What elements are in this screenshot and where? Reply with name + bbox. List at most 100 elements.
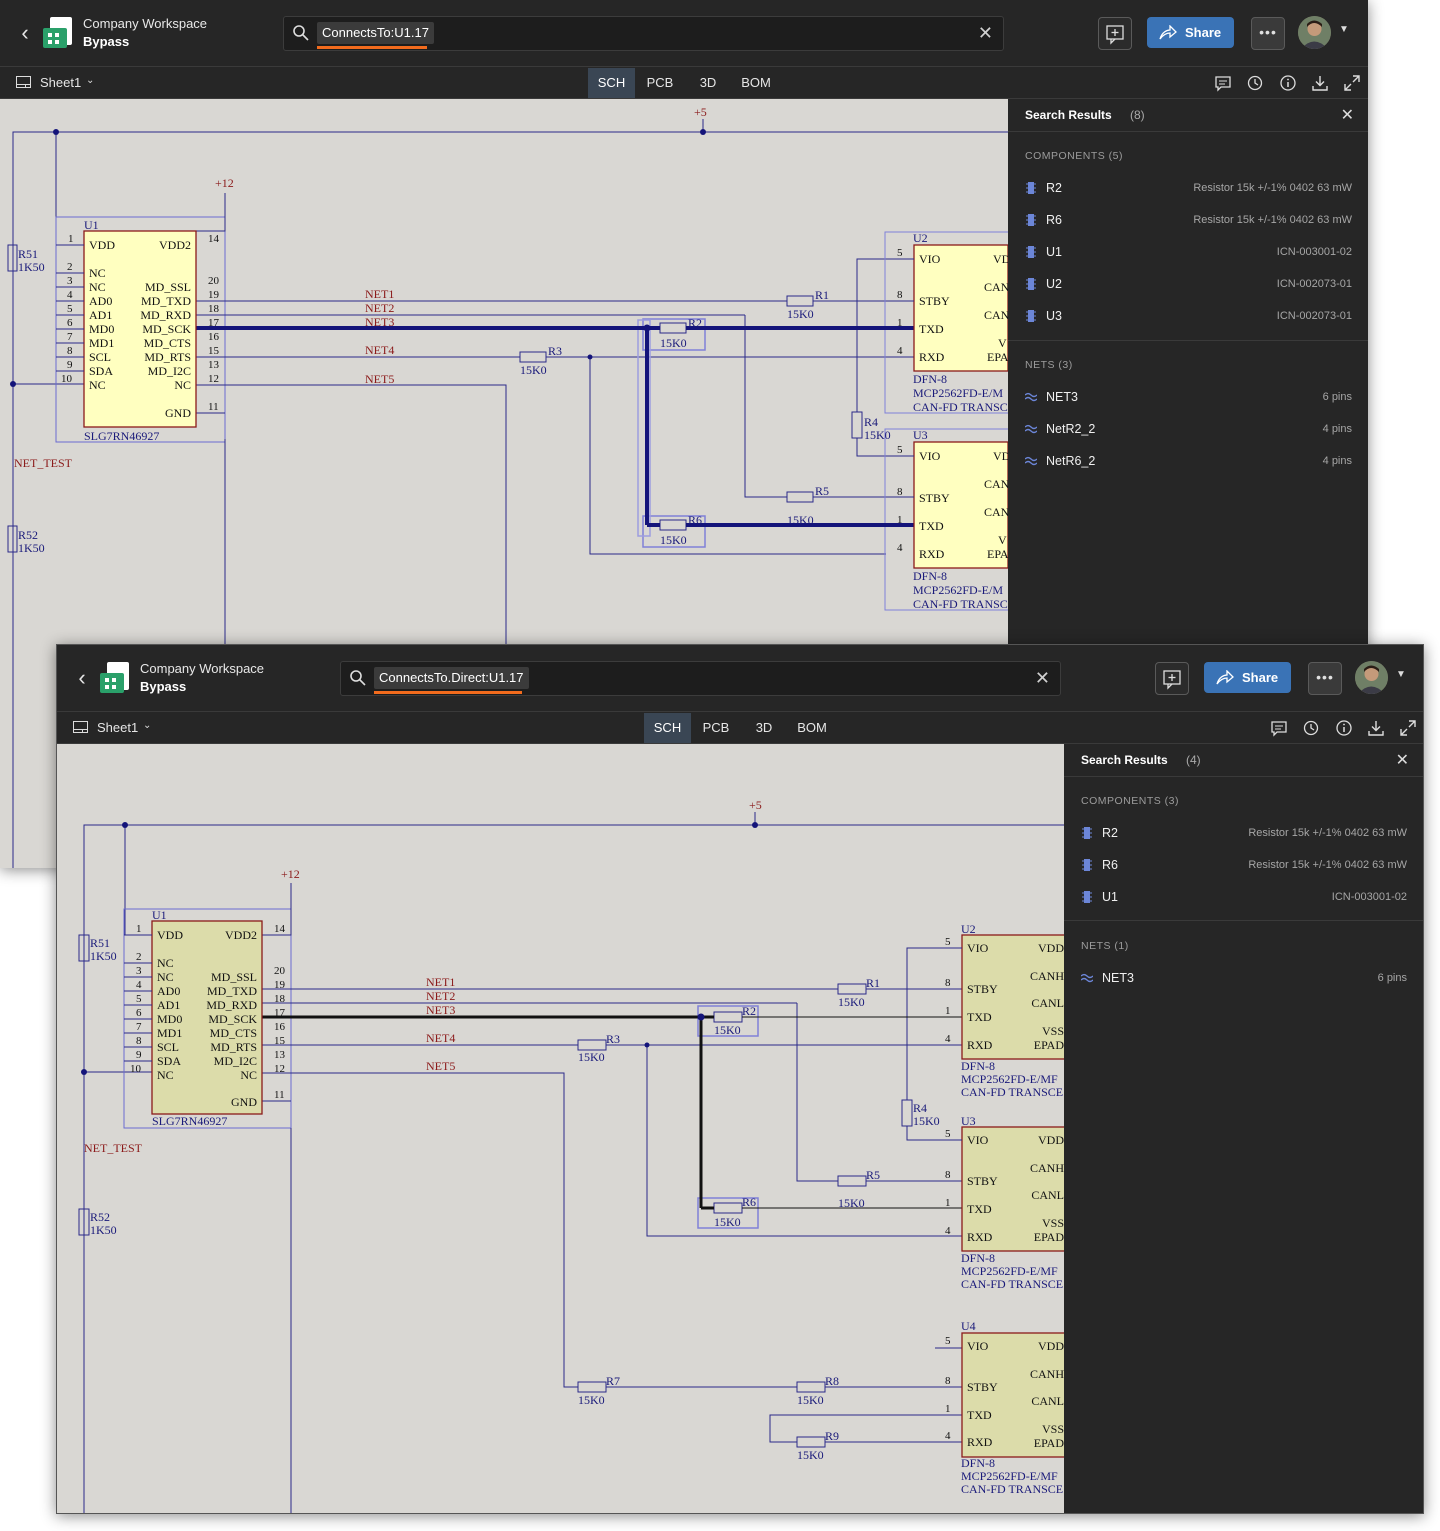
share-button[interactable]: Share bbox=[1204, 662, 1291, 693]
search-query[interactable]: ConnectsTo:U1.17 bbox=[317, 22, 434, 44]
tab-pcb[interactable]: PCB bbox=[694, 713, 738, 743]
fullscreen-icon[interactable] bbox=[1343, 74, 1361, 92]
add-comment-button[interactable] bbox=[1155, 662, 1189, 695]
project-name[interactable]: Bypass bbox=[83, 34, 129, 49]
fullscreen-icon[interactable] bbox=[1399, 719, 1417, 737]
result-net-netr6-2[interactable]: NetR6_2 4 pins bbox=[1008, 445, 1368, 477]
u2-pin-name: TXD bbox=[967, 1010, 992, 1024]
tab-bom[interactable]: BOM bbox=[732, 68, 780, 98]
u3-pin-name: RXD bbox=[967, 1230, 993, 1244]
u1-pin-num: 12 bbox=[208, 373, 219, 385]
user-avatar[interactable] bbox=[1355, 661, 1388, 694]
close-panel-icon[interactable]: ✕ bbox=[1396, 750, 1409, 770]
user-menu-caret-icon[interactable]: ▼ bbox=[1339, 24, 1349, 35]
result-component-r2[interactable]: R2 Resistor 15k +/-1% 0402 63 mW bbox=[1064, 817, 1423, 849]
u3-pin-name: EPA bbox=[987, 547, 1008, 561]
u4-pin-num: 8 bbox=[945, 1375, 951, 1387]
nets-section-header: NETS (1) bbox=[1081, 940, 1129, 952]
panel-header: Search Results (4) ✕ bbox=[1064, 744, 1423, 777]
project-logo-icon bbox=[43, 17, 72, 48]
more-options-button[interactable]: ••• bbox=[1251, 17, 1285, 50]
tab-sch[interactable]: SCH bbox=[588, 68, 635, 98]
result-net-net3[interactable]: NET3 6 pins bbox=[1008, 381, 1368, 413]
u1-pin-num: 1 bbox=[68, 233, 74, 245]
search-field[interactable]: ConnectsTo.Direct:U1.17 ✕ bbox=[340, 661, 1061, 696]
download-icon[interactable] bbox=[1367, 719, 1385, 737]
r51-ref: R51 bbox=[18, 247, 38, 261]
u1-pin-name: MD_I2C bbox=[148, 364, 191, 378]
u2-desc: CAN-FD TRANSC bbox=[913, 400, 1008, 414]
result-net-netr2-2[interactable]: NetR2_2 4 pins bbox=[1008, 413, 1368, 445]
result-desc: Resistor 15k +/-1% 0402 63 mW bbox=[1193, 182, 1352, 194]
u2-pin-name: VIO bbox=[919, 252, 941, 266]
u3-desc: CAN-FD TRANSCE bbox=[961, 1277, 1063, 1291]
tab-bom[interactable]: BOM bbox=[788, 713, 836, 743]
power-12v-label: +12 bbox=[281, 867, 300, 881]
result-net-net3[interactable]: NET3 6 pins bbox=[1064, 962, 1423, 994]
r8-val: 15K0 bbox=[797, 1393, 824, 1407]
history-icon[interactable] bbox=[1246, 74, 1264, 92]
u4-pin-name: CANH bbox=[1030, 1367, 1064, 1381]
result-component-u2[interactable]: U2 ICN-002073-01 bbox=[1008, 268, 1368, 300]
net-icon bbox=[1025, 392, 1037, 402]
u1-pin-name: NC bbox=[89, 378, 106, 392]
result-desc: ICN-002073-01 bbox=[1276, 278, 1352, 290]
project-name[interactable]: Bypass bbox=[140, 679, 186, 694]
u1-pin-num: 20 bbox=[274, 965, 286, 977]
clear-search-icon[interactable]: ✕ bbox=[978, 22, 993, 44]
comments-icon[interactable] bbox=[1214, 74, 1232, 92]
back-arrow-icon[interactable]: ‹ bbox=[14, 20, 36, 46]
power-5v-label: +5 bbox=[694, 105, 707, 119]
schematic-canvas[interactable]: U1 SLG7RN46927 R51 1K50 R52 1K50 R1 15K0… bbox=[57, 744, 1064, 1513]
download-icon[interactable] bbox=[1311, 74, 1329, 92]
tab-3d[interactable]: 3D bbox=[746, 713, 782, 743]
result-component-r2[interactable]: R2 Resistor 15k +/-1% 0402 63 mW bbox=[1008, 172, 1368, 204]
add-comment-button[interactable] bbox=[1098, 17, 1132, 50]
comment-plus-icon bbox=[1106, 25, 1124, 45]
search-query[interactable]: ConnectsTo.Direct:U1.17 bbox=[374, 667, 529, 689]
u1-pin-num: 14 bbox=[208, 233, 220, 245]
share-button[interactable]: Share bbox=[1147, 17, 1234, 48]
clear-search-icon[interactable]: ✕ bbox=[1035, 667, 1050, 689]
close-panel-icon[interactable]: ✕ bbox=[1341, 105, 1354, 125]
info-icon[interactable] bbox=[1279, 74, 1297, 92]
sheet-selector[interactable]: Sheet1 bbox=[40, 75, 81, 90]
net1-label: NET1 bbox=[365, 287, 394, 301]
u2-pin-name: CANH bbox=[1030, 969, 1064, 983]
sheet-selector[interactable]: Sheet1 bbox=[97, 720, 138, 735]
u2-pin-num: 1 bbox=[897, 317, 903, 329]
result-component-r6[interactable]: R6 Resistor 15k +/-1% 0402 63 mW bbox=[1008, 204, 1368, 236]
u1-pin-num: 20 bbox=[208, 275, 220, 287]
u4-pin-name: VIO bbox=[967, 1339, 989, 1353]
chevron-down-icon[interactable]: ⌄ bbox=[143, 720, 151, 731]
user-avatar[interactable] bbox=[1298, 16, 1331, 49]
user-menu-caret-icon[interactable]: ▼ bbox=[1396, 669, 1406, 680]
history-icon[interactable] bbox=[1302, 719, 1320, 737]
result-component-r6[interactable]: R6 Resistor 15k +/-1% 0402 63 mW bbox=[1064, 849, 1423, 881]
search-field[interactable]: ConnectsTo:U1.17 ✕ bbox=[283, 16, 1004, 51]
u1-pin-num: 17 bbox=[274, 1007, 286, 1019]
search-results-panel: Search Results (4) ✕ COMPONENTS (3) R2 R… bbox=[1064, 744, 1423, 1513]
info-icon[interactable] bbox=[1335, 719, 1353, 737]
back-arrow-icon[interactable]: ‹ bbox=[71, 665, 93, 691]
u1-pin-num: 15 bbox=[274, 1035, 286, 1047]
tab-sch[interactable]: SCH bbox=[644, 713, 691, 743]
tab-pcb[interactable]: PCB bbox=[638, 68, 682, 98]
tab-3d[interactable]: 3D bbox=[690, 68, 726, 98]
u3-pkg: DFN-8 bbox=[913, 569, 947, 583]
result-desc: 4 pins bbox=[1322, 455, 1352, 467]
u2-pkg: DFN-8 bbox=[913, 372, 947, 386]
result-component-u1[interactable]: U1 ICN-003001-02 bbox=[1064, 881, 1423, 913]
result-desc: ICN-002073-01 bbox=[1276, 310, 1352, 322]
u2-ref: U2 bbox=[961, 922, 976, 936]
comments-icon[interactable] bbox=[1270, 719, 1288, 737]
u1-pin-name: MD_RTS bbox=[144, 350, 191, 364]
result-component-u1[interactable]: U1 ICN-003001-02 bbox=[1008, 236, 1368, 268]
schematic-drawing[interactable]: U1 SLG7RN46927 R51 1K50 R52 1K50 R1 15K0… bbox=[57, 744, 1064, 1513]
u1-pin-num: 2 bbox=[136, 951, 142, 963]
result-component-u3[interactable]: U3 ICN-002073-01 bbox=[1008, 300, 1368, 332]
u1-pin-name: NC bbox=[157, 970, 174, 984]
r51-val: 1K50 bbox=[90, 949, 117, 963]
more-options-button[interactable]: ••• bbox=[1308, 662, 1342, 695]
chevron-down-icon[interactable]: ⌄ bbox=[86, 75, 94, 86]
